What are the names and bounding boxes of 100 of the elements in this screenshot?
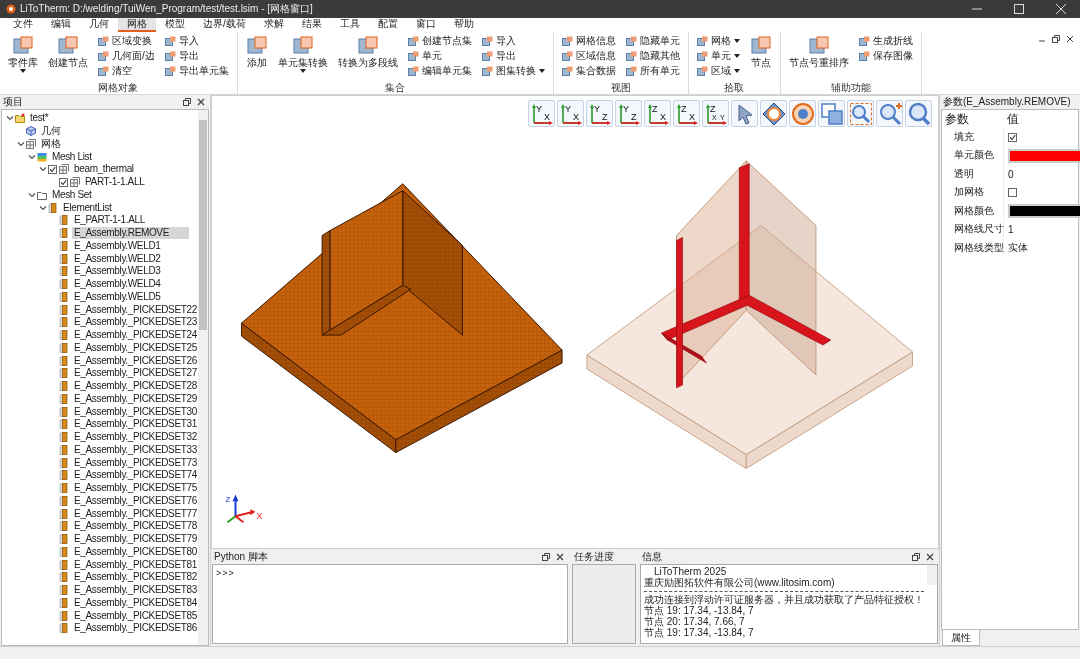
float-icon[interactable] bbox=[912, 553, 920, 561]
ribbon-button[interactable]: 编辑单元集 bbox=[405, 64, 474, 78]
ribbon-button[interactable]: 隐藏单元 bbox=[623, 34, 682, 48]
chevron-icon[interactable] bbox=[16, 139, 25, 148]
pointer-button[interactable] bbox=[731, 100, 758, 128]
axes-view-button[interactable]: Y Z bbox=[586, 100, 613, 128]
tree-item[interactable]: E_Assembly._PICKEDSET86 bbox=[72, 622, 198, 635]
tree-item[interactable]: E_Assembly._PICKEDSET29 bbox=[72, 392, 198, 405]
tree-item[interactable]: E_Assembly._PICKEDSET23 bbox=[72, 316, 198, 329]
chevron-icon[interactable] bbox=[38, 165, 47, 174]
menu-item[interactable]: 求解 bbox=[254, 18, 293, 32]
color-swatch[interactable] bbox=[1008, 148, 1080, 163]
tree-item[interactable]: E_Assembly._PICKEDSET81 bbox=[72, 558, 198, 571]
axes-view-button[interactable]: Y Z bbox=[615, 100, 642, 128]
tree-item[interactable]: E_Assembly._PICKEDSET31 bbox=[72, 418, 198, 431]
property-value[interactable]: 实体 bbox=[1008, 241, 1028, 256]
ribbon-button[interactable]: 区域信息 bbox=[559, 49, 618, 63]
ribbon-button[interactable]: 零件库 bbox=[6, 34, 40, 74]
ribbon-button[interactable]: 导入 bbox=[162, 34, 231, 48]
chevron-icon[interactable] bbox=[27, 152, 36, 161]
close-icon[interactable] bbox=[197, 98, 205, 106]
ribbon-button[interactable]: 网格信息 bbox=[559, 34, 618, 48]
tree-item[interactable]: E_Assembly._PICKEDSET26 bbox=[72, 354, 198, 367]
restore-icon[interactable] bbox=[1052, 35, 1060, 43]
close-icon[interactable] bbox=[926, 553, 934, 561]
close-icon[interactable] bbox=[1066, 35, 1074, 43]
ribbon-button[interactable]: 导出 bbox=[162, 49, 231, 63]
tree-item[interactable]: E_Assembly._PICKEDSET30 bbox=[72, 405, 198, 418]
checkbox[interactable] bbox=[48, 164, 57, 174]
tree-item[interactable]: E_Assembly._PICKEDSET24 bbox=[72, 329, 198, 342]
tree-item[interactable]: beam_thermal bbox=[72, 163, 136, 176]
tree-item[interactable]: E_Assembly._PICKEDSET77 bbox=[72, 507, 198, 520]
ribbon-button[interactable]: 所有单元 bbox=[623, 64, 682, 78]
ribbon-button[interactable]: 导入 bbox=[479, 34, 547, 48]
circle-button[interactable] bbox=[789, 100, 816, 128]
tree-item[interactable]: Mesh Set bbox=[50, 188, 94, 201]
tree-item[interactable]: E_Assembly._PICKEDSET74 bbox=[72, 469, 198, 482]
checkbox[interactable] bbox=[59, 177, 68, 187]
ribbon-button[interactable]: 创建节点 bbox=[46, 34, 90, 70]
tree-item[interactable]: E_Assembly._PICKEDSET84 bbox=[72, 596, 198, 609]
menu-item[interactable]: 模型 bbox=[156, 18, 194, 32]
ribbon-button[interactable]: 节点 bbox=[747, 34, 774, 70]
ribbon-button[interactable]: 导出单元集 bbox=[162, 64, 231, 78]
ribbon-button[interactable]: 集合数据 bbox=[559, 64, 618, 78]
tree-item[interactable]: E_Assembly._PICKEDSET25 bbox=[72, 341, 198, 354]
float-icon[interactable] bbox=[183, 98, 191, 106]
tree-item[interactable]: E_Assembly.WELD1 bbox=[72, 239, 163, 252]
tree-item[interactable]: E_Assembly.REMOVE bbox=[72, 227, 189, 240]
menu-item[interactable]: 文件 bbox=[4, 18, 42, 32]
ribbon-button[interactable]: 几何面/边 bbox=[96, 49, 157, 63]
tree-item[interactable]: 网格 bbox=[39, 137, 63, 150]
chevron-icon[interactable] bbox=[5, 114, 14, 123]
property-value[interactable]: 1 bbox=[1008, 224, 1014, 236]
panel-tab[interactable]: 属性 bbox=[942, 630, 980, 646]
chevron-icon[interactable] bbox=[38, 203, 47, 212]
tree-item[interactable]: ElementList bbox=[61, 201, 114, 214]
tree-item[interactable]: E_Assembly._PICKEDSET27 bbox=[72, 367, 198, 380]
ribbon-button[interactable]: 区域 bbox=[694, 64, 742, 78]
tree-item[interactable]: E_Assembly._PICKEDSET73 bbox=[72, 456, 198, 469]
tree-item[interactable]: E_Assembly._PICKEDSET79 bbox=[72, 533, 198, 546]
color-swatch[interactable] bbox=[1008, 204, 1080, 219]
menu-item[interactable]: 配置 bbox=[368, 18, 407, 32]
maximize-icon[interactable] bbox=[1014, 4, 1024, 14]
zoom-window-button[interactable] bbox=[847, 100, 874, 128]
rotate-button[interactable] bbox=[760, 100, 787, 128]
scrollbar[interactable] bbox=[198, 110, 208, 645]
menu-item[interactable]: 编辑 bbox=[42, 18, 80, 32]
ribbon-button[interactable]: 节点号重排序 bbox=[786, 34, 851, 70]
checkbox[interactable] bbox=[1008, 188, 1017, 198]
ribbon-button[interactable]: 生成折线 bbox=[856, 34, 915, 48]
zoom-fit-button[interactable] bbox=[905, 100, 932, 128]
menu-item[interactable]: 工具 bbox=[330, 18, 369, 32]
ribbon-button[interactable]: 隐藏其他 bbox=[623, 49, 682, 63]
chevron-icon[interactable] bbox=[27, 190, 36, 199]
tree-item[interactable]: E_Assembly.WELD3 bbox=[72, 265, 163, 278]
axes-view-button[interactable]: Y X bbox=[557, 100, 584, 128]
axes-view-button[interactable]: Y X bbox=[528, 100, 555, 128]
ribbon-button[interactable]: 添加 bbox=[243, 34, 270, 70]
property-value[interactable]: 0 bbox=[1008, 168, 1014, 180]
tree-item[interactable]: Mesh List bbox=[50, 150, 94, 163]
tree-item[interactable]: E_Assembly._PICKEDSET32 bbox=[72, 431, 198, 444]
tree-item[interactable]: E_Assembly._PICKEDSET76 bbox=[72, 494, 198, 507]
tree-item[interactable]: PART-1-1.ALL bbox=[83, 176, 147, 189]
axes-view-button[interactable]: Z X bbox=[644, 100, 671, 128]
checkbox[interactable] bbox=[1008, 132, 1017, 142]
tree-item[interactable]: E_Assembly._PICKEDSET28 bbox=[72, 380, 198, 393]
ribbon-button[interactable]: 单元集转换 bbox=[275, 34, 330, 74]
tree-item[interactable]: E_Assembly._PICKEDSET82 bbox=[72, 571, 198, 584]
zoom-in-button[interactable] bbox=[876, 100, 903, 128]
tree-item[interactable]: E_Assembly.WELD5 bbox=[72, 290, 163, 303]
ribbon-button[interactable]: 单元 bbox=[694, 49, 742, 63]
tree-item[interactable]: E_Assembly._PICKEDSET80 bbox=[72, 545, 198, 558]
tree-item[interactable]: E_Assembly._PICKEDSET33 bbox=[72, 443, 198, 456]
tree-item[interactable]: E_Assembly.WELD4 bbox=[72, 278, 163, 291]
tree-item[interactable]: E_Assembly._PICKEDSET75 bbox=[72, 482, 198, 495]
menu-item[interactable]: 网格 bbox=[118, 18, 156, 32]
close-icon[interactable] bbox=[556, 553, 564, 561]
menu-item[interactable]: 结果 bbox=[292, 18, 331, 32]
tree-item[interactable]: E_PART-1-1.ALL bbox=[72, 214, 147, 227]
float-icon[interactable] bbox=[542, 553, 550, 561]
